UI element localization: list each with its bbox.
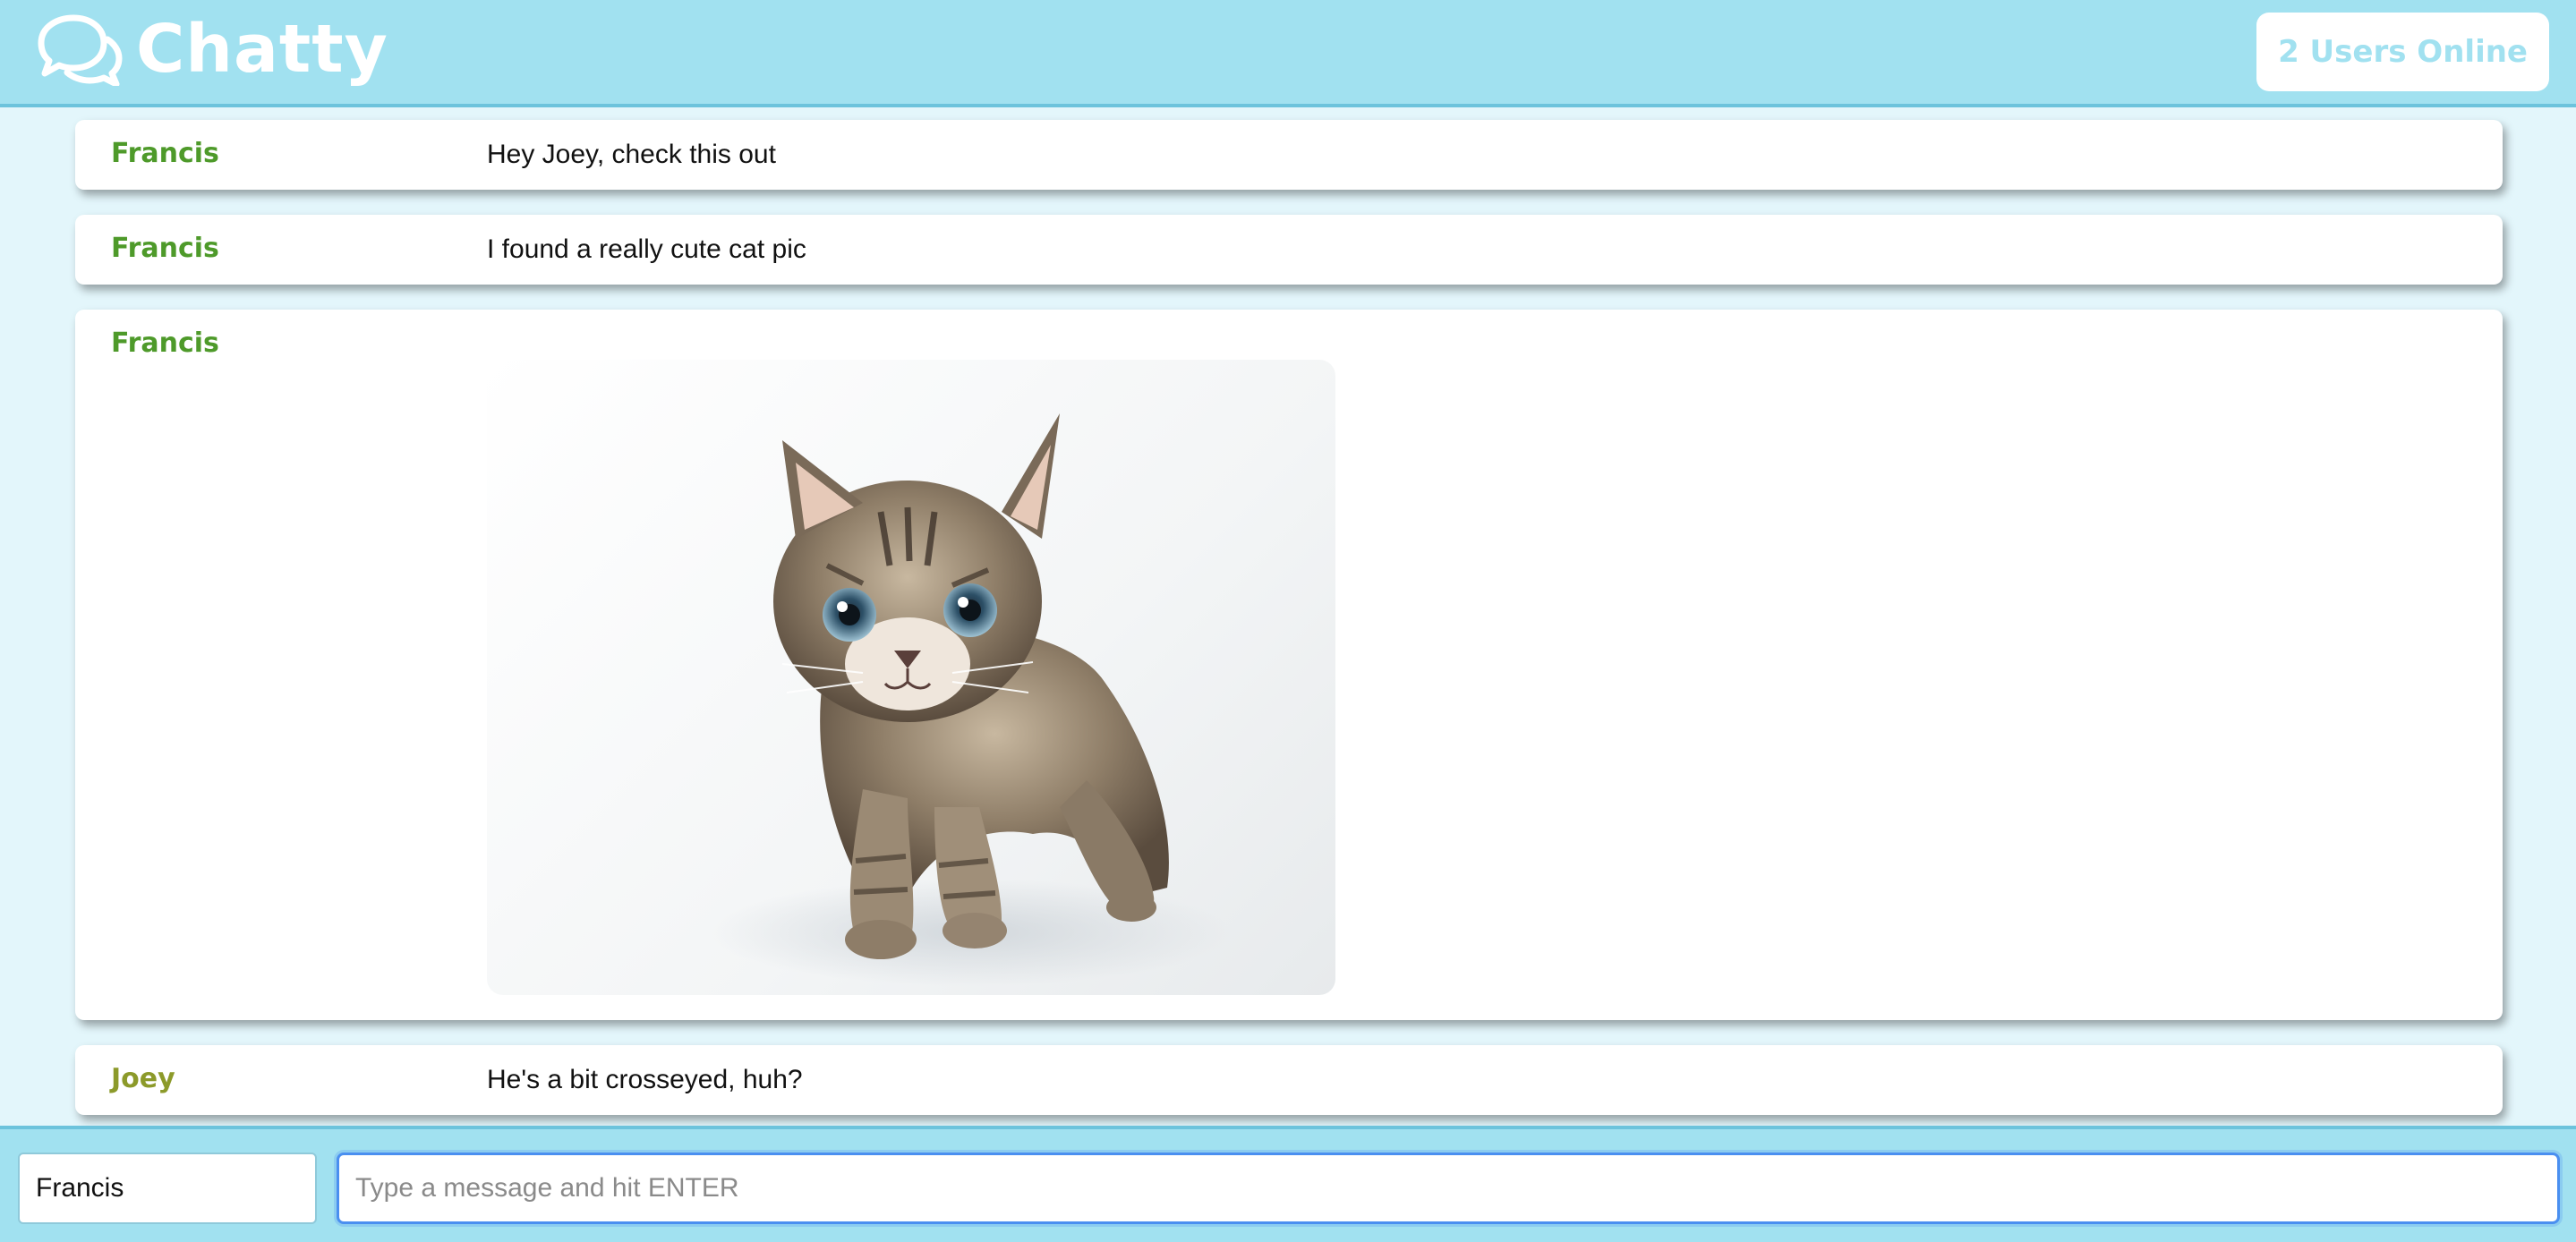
message-item: Francis [75, 310, 2503, 1020]
message-item: Francis Hey Joey, check this out [75, 120, 2503, 190]
message-item: Francis I found a really cute cat pic [75, 215, 2503, 285]
message-content: Hey Joey, check this out [487, 140, 776, 169]
message-username: Francis [111, 138, 219, 169]
users-online-badge: 2 Users Online [2256, 13, 2549, 91]
message-username: Francis [111, 233, 219, 264]
username-input[interactable] [18, 1153, 317, 1224]
message-username: Joey [111, 1063, 175, 1094]
message-content: I found a really cute cat pic [487, 234, 806, 264]
message-input[interactable] [337, 1153, 2560, 1224]
kitten-image [487, 360, 1335, 995]
message-username: Francis [111, 328, 219, 359]
navbar: Chatty 2 Users Online [0, 0, 2576, 107]
brand-name: Chatty [136, 11, 388, 88]
message-content: He's a bit crosseyed, huh? [487, 1065, 803, 1094]
message-item: Joey He's a bit crosseyed, huh? [75, 1045, 2503, 1115]
message-list: Francis Hey Joey, check this out Francis… [75, 120, 2503, 1140]
chat-bubbles-icon [38, 14, 123, 86]
kitten-illustration [711, 413, 1230, 986]
chatbar [0, 1126, 2576, 1242]
brand[interactable]: Chatty [34, 9, 388, 89]
